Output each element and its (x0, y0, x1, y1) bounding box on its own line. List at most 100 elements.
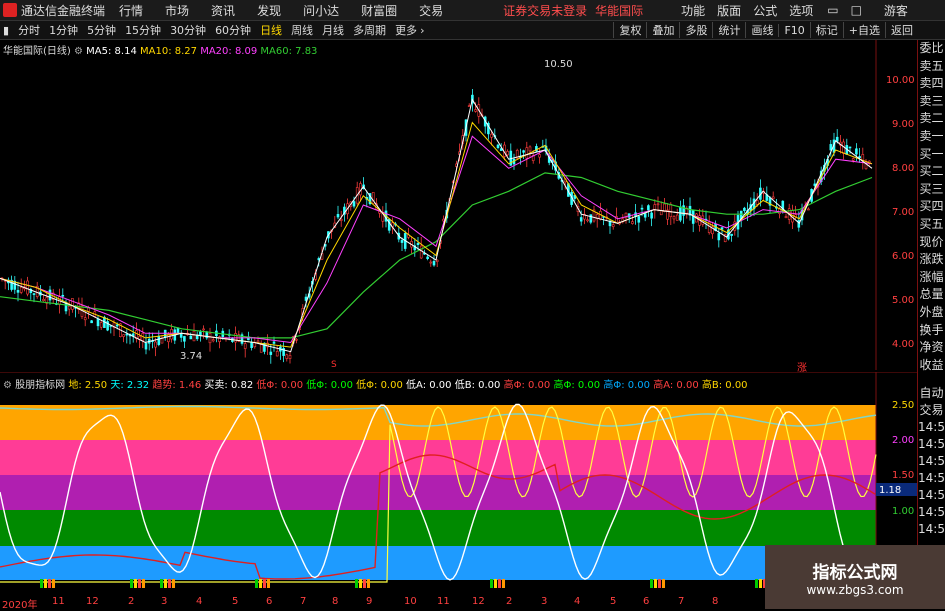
window-min-icon[interactable]: ▭ (827, 3, 838, 17)
period-30min[interactable]: 30分钟 (170, 22, 206, 38)
chart-title: 华能国际(日线) (3, 46, 71, 57)
side-trade[interactable]: 交易 (918, 402, 945, 419)
period-5min[interactable]: 5分钟 (87, 22, 116, 38)
signal-bar (259, 579, 262, 588)
user-label[interactable]: 游客 (884, 2, 908, 19)
side-item-pct[interactable]: 涨幅 (918, 269, 945, 287)
candle-body (115, 324, 119, 327)
signal-bar (263, 579, 266, 588)
signal-bar (172, 579, 175, 588)
sub-legend: ⚙ 股朋指标网 地: 2.50 天: 2.32 趋势: 1.46 买卖: 0.8… (3, 376, 748, 391)
band-blue (0, 546, 876, 580)
title-bar: 通达信金融终端 行情 市场 资讯 发现 问小达 财富圈 交易 证券交易未登录 华… (0, 0, 945, 21)
formula-button[interactable]: 公式 (753, 2, 777, 19)
window-restore-icon[interactable]: □ (851, 3, 862, 17)
menu-wealth[interactable]: 财富圈 (361, 2, 397, 19)
date-tick: 2 (506, 596, 513, 607)
side-item-ask1[interactable]: 卖一 (918, 128, 945, 146)
candle-body (67, 305, 71, 310)
date-tick: 12 (472, 596, 485, 607)
period-1min[interactable]: 1分钟 (49, 22, 78, 38)
side-item-bid4[interactable]: 买四 (918, 198, 945, 216)
watermark-line1: 指标公式网 (812, 562, 898, 583)
side-item-ask3[interactable]: 卖三 (918, 93, 945, 111)
menu-trade[interactable]: 交易 (419, 2, 443, 19)
period-weekly[interactable]: 周线 (291, 22, 313, 38)
ma20-line (0, 135, 873, 344)
side-item-ask5[interactable]: 卖五 (918, 58, 945, 76)
login-notice[interactable]: 证券交易未登录 (503, 2, 587, 19)
menu-news[interactable]: 资讯 (211, 2, 235, 19)
candle-body (339, 218, 343, 221)
candle-body (643, 213, 647, 218)
candle-body (61, 294, 65, 297)
side-item-ask4[interactable]: 卖四 (918, 75, 945, 93)
side-item-outer[interactable]: 外盘 (918, 304, 945, 322)
signal-bar (134, 579, 137, 588)
candle-body (176, 327, 180, 334)
side-item-bid5[interactable]: 买五 (918, 216, 945, 234)
stock-name-title: 华能国际 (595, 3, 644, 18)
candle-body (179, 333, 183, 338)
menu-market[interactable]: 市场 (165, 2, 189, 19)
period-15min[interactable]: 15分钟 (125, 22, 161, 38)
side-item-eps[interactable]: 收益 (918, 357, 945, 375)
period-monthly[interactable]: 月线 (322, 22, 344, 38)
side-item-change[interactable]: 涨跌 (918, 251, 945, 269)
candle-body (71, 298, 74, 310)
candle-body (589, 214, 593, 223)
f10-button[interactable]: F10 (778, 23, 809, 37)
sub-tick: 1.50 (892, 470, 915, 481)
period-60min[interactable]: 60分钟 (215, 22, 251, 38)
side-item-bid2[interactable]: 买二 (918, 163, 945, 181)
draw-line-button[interactable]: 画线 (745, 22, 778, 38)
candle-body (432, 261, 436, 266)
side-item-bid1[interactable]: 买一 (918, 146, 945, 164)
ma60-label: MA60: 7.83 (260, 46, 318, 57)
legend-low2: 低Φ: 0.00 (306, 380, 353, 391)
side-item-turnover[interactable]: 换手 (918, 322, 945, 340)
candle-body (586, 219, 589, 222)
candle-body (858, 156, 861, 159)
settings-icon[interactable]: ⚙ (74, 46, 83, 57)
layout-button[interactable]: 版面 (717, 2, 741, 19)
side-item-price[interactable]: 现价 (918, 234, 945, 252)
kline-chart[interactable] (0, 40, 918, 370)
add-watchlist-button[interactable]: +自选 (842, 22, 885, 38)
signal-bar (48, 579, 51, 588)
candle-body (743, 207, 746, 211)
signal-bar (367, 579, 370, 588)
side-item-volume[interactable]: 总量 (918, 286, 945, 304)
menu-ask[interactable]: 问小达 (303, 2, 339, 19)
stats-button[interactable]: 统计 (712, 22, 745, 38)
options-button[interactable]: 选项 (789, 2, 813, 19)
side-item-nav[interactable]: 净资 (918, 339, 945, 357)
period-multi[interactable]: 多周期 (353, 22, 386, 38)
adjust-button[interactable]: 复权 (613, 22, 646, 38)
candle-body (96, 318, 100, 327)
period-tick[interactable]: 分时 (18, 22, 40, 38)
mark-button[interactable]: 标记 (809, 22, 843, 38)
chevron-right-icon[interactable]: › (420, 24, 424, 37)
menu-discover[interactable]: 发现 (257, 2, 281, 19)
side-item-weibi[interactable]: 委比 (918, 40, 945, 58)
toolbar-menu-icon[interactable]: ▮ (3, 24, 9, 37)
multi-stock-button[interactable]: 多股 (679, 22, 712, 38)
period-more[interactable]: 更多 (395, 22, 417, 38)
back-button[interactable]: 返回 (885, 22, 918, 38)
side-item-ask2[interactable]: 卖二 (918, 110, 945, 128)
menu-quotes[interactable]: 行情 (119, 2, 143, 19)
sub-tick: 2.50 (892, 400, 915, 411)
band-purple (0, 475, 876, 510)
side-auto[interactable]: 自动 (918, 385, 945, 402)
candle-body (675, 214, 679, 221)
signal-bar (355, 579, 358, 588)
function-button[interactable]: 功能 (681, 2, 705, 19)
period-daily[interactable]: 日线 (260, 22, 282, 38)
watermark-line2: www.zbgs3.com (806, 582, 904, 597)
tick-time: 14:56 (918, 505, 945, 519)
candle-body (211, 339, 215, 342)
indicator-settings-icon[interactable]: ⚙ (3, 380, 12, 391)
side-item-bid3[interactable]: 买三 (918, 181, 945, 199)
overlay-button[interactable]: 叠加 (646, 22, 679, 38)
